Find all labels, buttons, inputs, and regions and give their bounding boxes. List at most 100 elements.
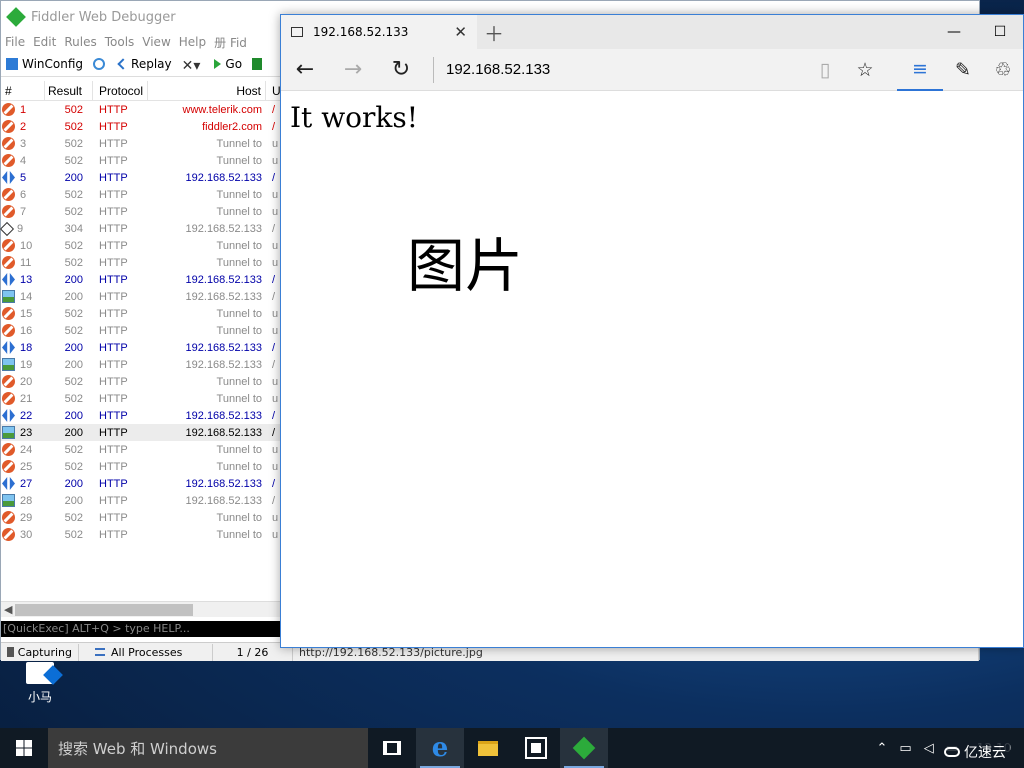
forward-button[interactable]: → xyxy=(329,57,377,82)
process-filter[interactable]: All Processes xyxy=(79,643,213,661)
session-host: 192.168.52.133 xyxy=(185,341,262,354)
start-button[interactable] xyxy=(0,728,48,768)
menu-tools[interactable]: Tools xyxy=(101,35,139,49)
session-row[interactable]: 6 502 HTTP Tunnel to u xyxy=(1,186,281,203)
fiddler-taskbar-button[interactable] xyxy=(560,728,608,768)
capturing-toggle[interactable]: Capturing xyxy=(1,643,79,661)
session-row[interactable]: 22 200 HTTP 192.168.52.133 / xyxy=(1,407,281,424)
session-row[interactable]: 28 200 HTTP 192.168.52.133 / xyxy=(1,492,281,509)
edge-icon: e xyxy=(431,733,449,763)
file-explorer-taskbar-button[interactable] xyxy=(464,728,512,768)
session-number-text: 2 xyxy=(20,120,27,133)
session-row[interactable]: 14 200 HTTP 192.168.52.133 / xyxy=(1,288,281,305)
session-row[interactable]: 10 502 HTTP Tunnel to u xyxy=(1,237,281,254)
new-tab-button[interactable]: ＋ xyxy=(477,15,511,49)
web-note-icon[interactable]: ✎ xyxy=(943,49,983,91)
session-result: 502 xyxy=(64,205,83,218)
share-icon[interactable]: ♲ xyxy=(983,49,1023,91)
menu-view[interactable]: View xyxy=(138,35,174,49)
close-tab-icon[interactable]: ✕ xyxy=(454,23,467,41)
session-row[interactable]: 18 200 HTTP 192.168.52.133 / xyxy=(1,339,281,356)
network-icon[interactable]: ▭ xyxy=(893,741,917,756)
session-protocol: HTTP xyxy=(99,528,128,541)
session-number: 18 xyxy=(1,341,45,354)
session-host: Tunnel to xyxy=(216,256,262,269)
taskbar-search[interactable]: 搜索 Web 和 Windows xyxy=(48,728,368,768)
menu-help[interactable]: Help xyxy=(175,35,210,49)
menu-file[interactable]: File xyxy=(1,35,29,49)
session-row[interactable]: 11 502 HTTP Tunnel to u xyxy=(1,254,281,271)
session-number-text: 18 xyxy=(20,341,33,354)
remove-button[interactable]: ✕▾ xyxy=(177,58,210,74)
tab-title: 192.168.52.133 xyxy=(313,25,409,39)
edge-tabbar: 192.168.52.133 ✕ ＋ — ☐ xyxy=(281,15,1023,49)
session-row[interactable]: 20 502 HTTP Tunnel to u xyxy=(1,373,281,390)
session-result: 502 xyxy=(64,103,83,116)
session-row[interactable]: 27 200 HTTP 192.168.52.133 / xyxy=(1,475,281,492)
hub-icon[interactable]: ≡ xyxy=(897,49,943,91)
session-row[interactable]: 15 502 HTTP Tunnel to u xyxy=(1,305,281,322)
column-header-host[interactable]: Host xyxy=(148,80,266,101)
session-row[interactable]: 21 502 HTTP Tunnel to u xyxy=(1,390,281,407)
replay-button[interactable]: Replay xyxy=(114,57,177,71)
address-input[interactable]: 192.168.52.133 xyxy=(446,61,805,78)
error-icon xyxy=(2,103,15,116)
session-protocol: HTTP xyxy=(99,392,128,405)
session-protocol: HTTP xyxy=(99,307,128,320)
session-number: 16 xyxy=(1,324,45,337)
session-result: 200 xyxy=(64,341,83,354)
stream-button[interactable] xyxy=(247,57,271,70)
quickexec-input[interactable]: [QuickExec] ALT+Q > type HELP... xyxy=(1,621,281,637)
session-row[interactable]: 7 502 HTTP Tunnel to u xyxy=(1,203,281,220)
session-row[interactable]: 19 200 HTTP 192.168.52.133 / xyxy=(1,356,281,373)
column-header-number[interactable]: # xyxy=(1,80,45,101)
reading-view-icon[interactable]: ▯ xyxy=(805,49,845,91)
session-result: 200 xyxy=(64,171,83,184)
session-protocol: HTTP xyxy=(99,477,128,490)
session-result: 200 xyxy=(64,409,83,422)
session-row[interactable]: 2 502 HTTP fiddler2.com / xyxy=(1,118,281,135)
watermark-logo: 亿速云 xyxy=(940,742,1010,762)
session-row[interactable]: 5 200 HTTP 192.168.52.133 / xyxy=(1,169,281,186)
show-hidden-icons[interactable]: ⌃ xyxy=(871,741,894,756)
error-icon xyxy=(2,188,15,201)
session-row[interactable]: 24 502 HTTP Tunnel to u xyxy=(1,441,281,458)
comment-button[interactable] xyxy=(88,57,114,70)
refresh-button[interactable]: ↻ xyxy=(377,57,425,82)
desktop-shortcut[interactable]: 小马 xyxy=(14,662,66,705)
session-row[interactable]: 4 502 HTTP Tunnel to u xyxy=(1,152,281,169)
edge-taskbar-button[interactable]: e xyxy=(416,728,464,768)
column-header-url[interactable]: U xyxy=(266,84,281,98)
winconfig-button[interactable]: WinConfig xyxy=(1,57,88,71)
scroll-left-icon[interactable]: ◀ xyxy=(4,603,12,616)
menu-edit[interactable]: Edit xyxy=(29,35,60,49)
column-header-protocol[interactable]: Protocol xyxy=(93,80,148,101)
session-number: 7 xyxy=(1,205,45,218)
session-url: u xyxy=(272,443,279,456)
back-button[interactable]: ← xyxy=(281,57,329,82)
column-header-result[interactable]: Result xyxy=(45,80,93,101)
session-row[interactable]: 30 502 HTTP Tunnel to u xyxy=(1,526,281,543)
session-row[interactable]: 16 502 HTTP Tunnel to u xyxy=(1,322,281,339)
browser-tab[interactable]: 192.168.52.133 ✕ xyxy=(281,15,477,49)
favorite-star-icon[interactable]: ☆ xyxy=(845,49,885,91)
store-taskbar-button[interactable] xyxy=(512,728,560,768)
session-row[interactable]: 25 502 HTTP Tunnel to u xyxy=(1,458,281,475)
session-row[interactable]: 23 200 HTTP 192.168.52.133 / xyxy=(1,424,281,441)
session-row[interactable]: 1 502 HTTP www.telerik.com / xyxy=(1,101,281,118)
menu-rules[interactable]: Rules xyxy=(60,35,100,49)
session-row[interactable]: 9 304 HTTP 192.168.52.133 / xyxy=(0,220,281,237)
go-button[interactable]: Go xyxy=(209,57,247,71)
minimize-button[interactable]: — xyxy=(931,15,977,49)
task-view-button[interactable] xyxy=(368,728,416,768)
scrollbar-thumb[interactable] xyxy=(15,604,193,616)
session-row[interactable]: 29 502 HTTP Tunnel to u xyxy=(1,509,281,526)
session-row[interactable]: 13 200 HTTP 192.168.52.133 / xyxy=(1,271,281,288)
session-url: u xyxy=(272,375,279,388)
sessions-horizontal-scrollbar[interactable]: ◀ xyxy=(1,601,281,617)
fiddler-title: Fiddler Web Debugger xyxy=(31,9,176,25)
volume-icon[interactable]: ◁ xyxy=(918,741,940,756)
menu-fiddler-extra[interactable]: 册 Fid xyxy=(210,34,251,51)
session-row[interactable]: 3 502 HTTP Tunnel to u xyxy=(1,135,281,152)
maximize-button[interactable]: ☐ xyxy=(977,15,1023,49)
